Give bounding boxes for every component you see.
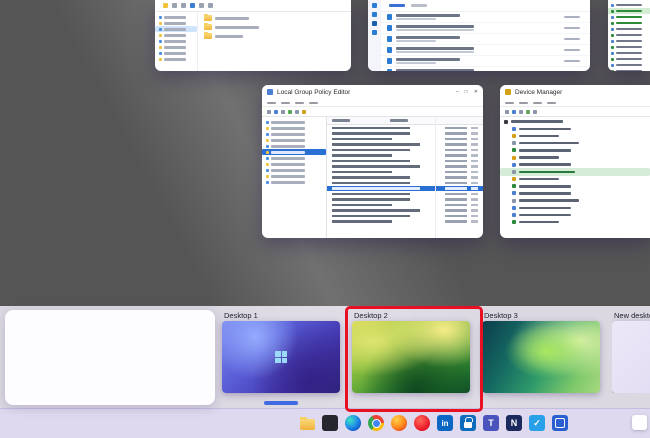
desktop-label: Desktop 2 (352, 310, 470, 321)
desktop-item-2[interactable]: Desktop 2 (352, 310, 470, 393)
explorer-content-skeleton (198, 12, 351, 71)
file-explorer-icon[interactable] (299, 415, 315, 431)
policy-settings-table (327, 117, 483, 238)
toolbar-skeleton (262, 107, 483, 117)
new-desktop-thumbnail[interactable] (612, 321, 650, 393)
desktop-2-thumbnail[interactable] (352, 321, 470, 393)
device-manager-app-icon (505, 89, 511, 95)
toolbar-skeleton (500, 107, 650, 117)
active-desktop-indicator (264, 401, 298, 405)
word-doc-icon (387, 69, 392, 71)
window-title: Device Manager (515, 89, 562, 96)
word-doc-icon (387, 58, 392, 64)
documents-tabs-skeleton (381, 0, 590, 12)
window-controls: – □ ✕ (456, 90, 478, 95)
documents-list-skeleton (381, 12, 590, 71)
mail-icon[interactable] (552, 415, 568, 431)
new-desktop-item[interactable]: New desktop (612, 310, 650, 393)
word-doc-icon (387, 14, 392, 20)
teams-icon[interactable]: T (483, 415, 499, 431)
window-thumbnail-tree-list[interactable] (608, 0, 650, 71)
windows-logo-icon (275, 351, 287, 363)
word-doc-icon (387, 36, 392, 42)
notion-icon[interactable]: N (506, 415, 522, 431)
documents-left-rail (368, 0, 381, 71)
start-button[interactable] (272, 415, 292, 435)
linkedin-icon[interactable]: in (437, 415, 453, 431)
desktop-label: Desktop 1 (222, 310, 340, 321)
window-title: Local Group Policy Editor (277, 89, 350, 96)
window-thumbnail-local-group-policy-editor[interactable]: Local Group Policy Editor – □ ✕ (262, 85, 483, 238)
table-header-skeleton (327, 117, 483, 125)
desktop-item-3[interactable]: Desktop 3 (482, 310, 600, 393)
maximize-icon[interactable]: □ (465, 90, 468, 95)
tree-list-skeleton (608, 0, 650, 71)
todo-icon[interactable]: ✓ (529, 415, 545, 431)
explorer-command-bar (155, 0, 351, 12)
window-thumbnail-blank[interactable] (5, 310, 215, 405)
desktop-label: Desktop 3 (482, 310, 600, 321)
gpedit-app-icon (267, 89, 273, 95)
window-thumbnail-device-manager[interactable]: Device Manager (500, 85, 650, 238)
folder-icon (204, 15, 212, 21)
edge-icon[interactable] (345, 415, 361, 431)
menu-bar-skeleton (262, 99, 483, 107)
folder-icon (204, 24, 212, 30)
chrome-icon[interactable] (368, 415, 384, 431)
explorer-sidebar-skeleton (155, 12, 198, 71)
desktop-3-thumbnail[interactable] (482, 321, 600, 393)
policy-tree-skeleton (262, 117, 327, 238)
task-view-screen: Local Group Policy Editor – □ ✕ (0, 0, 650, 438)
taskbar-icons: in T N ✓ (272, 415, 568, 435)
window-thumbnail-file-explorer[interactable] (155, 0, 351, 71)
new-desktop-label: New desktop (612, 310, 650, 321)
microsoft-store-icon[interactable] (460, 415, 476, 431)
terminal-icon[interactable] (322, 415, 338, 431)
menu-bar-skeleton (500, 99, 650, 107)
minimize-icon[interactable]: – (456, 90, 459, 95)
table-rows-skeleton (327, 125, 483, 224)
close-icon[interactable]: ✕ (474, 90, 478, 95)
desktop-1-thumbnail[interactable] (222, 321, 340, 393)
tray-app-icon[interactable] (632, 415, 647, 430)
firefox-icon[interactable] (391, 415, 407, 431)
word-doc-icon (387, 25, 392, 31)
opera-icon[interactable] (414, 415, 430, 431)
device-tree-skeleton (500, 117, 650, 226)
window-thumbnail-documents[interactable] (368, 0, 590, 71)
folder-icon (204, 33, 212, 39)
desktop-item-1[interactable]: Desktop 1 (222, 310, 340, 393)
word-doc-icon (387, 47, 392, 53)
